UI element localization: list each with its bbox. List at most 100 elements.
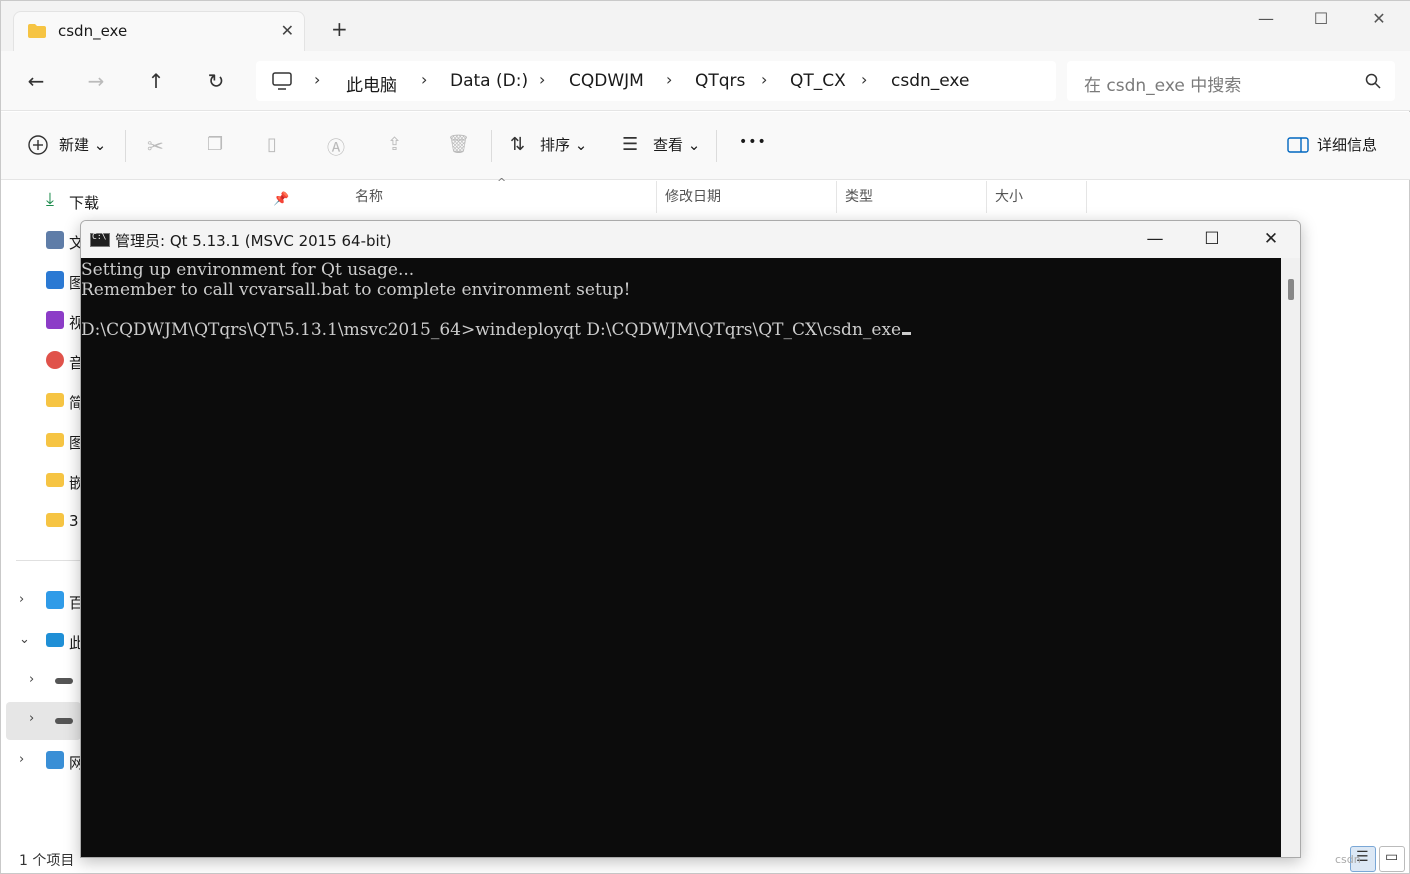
breadcrumb-this-pc[interactable]: 此电脑: [346, 71, 397, 96]
music-icon: [46, 351, 64, 369]
network-icon: [46, 751, 64, 769]
this-pc-icon: [46, 633, 64, 647]
chevron-right-icon: ›: [761, 70, 768, 89]
sidebar-item-drive-d[interactable]: ›: [6, 702, 81, 740]
folder-icon: [46, 473, 64, 487]
console-minimize-button[interactable]: —: [1130, 226, 1180, 252]
console-output[interactable]: Setting up environment for Qt usage... R…: [81, 258, 1281, 857]
column-header-size[interactable]: 大小: [987, 181, 1087, 213]
search-input[interactable]: 在 csdn_exe 中搜索: [1084, 71, 1241, 96]
breadcrumb-csdn-exe[interactable]: csdn_exe: [891, 71, 969, 91]
divider: [125, 130, 126, 162]
breadcrumb-qtqrs[interactable]: QTqrs: [695, 71, 745, 91]
cut-icon[interactable]: ✂: [147, 134, 169, 158]
sidebar-item-downloads[interactable]: ⤓ 下载 📌: [1, 183, 301, 219]
breadcrumb-data-d[interactable]: Data (D:): [450, 71, 528, 91]
tiles-view-button[interactable]: ▭: [1379, 846, 1405, 872]
back-button[interactable]: ←: [23, 69, 49, 95]
address-bar[interactable]: › 此电脑 › Data (D:) › CQDWJM › QTqrs › QT_…: [256, 61, 1056, 101]
address-row: ← → ↑ ↻ › 此电脑 › Data (D:) › CQDWJM › QTq…: [1, 51, 1410, 111]
console-line: Setting up environment for Qt usage...: [81, 260, 415, 280]
chevron-right-icon[interactable]: ›: [29, 711, 34, 726]
close-tab-icon[interactable]: ✕: [281, 21, 294, 40]
view-list-icon: ☰: [622, 134, 639, 155]
more-options-button[interactable]: •••: [739, 134, 767, 158]
view-button[interactable]: 查看 ⌄: [653, 134, 700, 158]
console-input-line[interactable]: D:\CQDWJM\QTqrs\QT\5.13.1\msvc2015_64>wi…: [81, 320, 912, 340]
paste-icon[interactable]: ▯: [267, 134, 289, 156]
share-icon[interactable]: ⇪: [387, 134, 409, 156]
chevron-right-icon: ›: [539, 70, 546, 89]
chevron-right-icon: ›: [314, 70, 321, 89]
copy-icon[interactable]: ❐: [207, 134, 229, 156]
close-button[interactable]: ✕: [1349, 9, 1409, 33]
refresh-button[interactable]: ↻: [203, 69, 229, 95]
videos-icon: [46, 311, 64, 329]
breadcrumb-cqdwjm[interactable]: CQDWJM: [569, 71, 644, 91]
minimize-button[interactable]: —: [1236, 9, 1296, 33]
sort-label: 排序: [540, 136, 571, 154]
maximize-button[interactable]: ☐: [1291, 9, 1351, 33]
chevron-right-icon: ›: [861, 70, 868, 89]
tab-label: csdn_exe: [58, 22, 128, 40]
delete-icon[interactable]: 🗑: [447, 134, 470, 156]
column-header-name[interactable]: 名称: [347, 181, 657, 213]
console-scrollbar[interactable]: [1281, 258, 1300, 857]
sort-button[interactable]: 排序 ⌄: [540, 134, 587, 158]
console-title-bar[interactable]: C:\ 管理员: Qt 5.13.1 (MSVC 2015 64-bit) — …: [81, 221, 1300, 258]
new-label: 新建: [59, 136, 90, 154]
up-button[interactable]: ↑: [143, 69, 169, 95]
plus-circle-icon: [28, 135, 48, 155]
divider: [491, 130, 492, 162]
console-line: Remember to call vcvarsall.bat to comple…: [81, 280, 631, 300]
tab-csdn-exe[interactable]: csdn_exe ✕: [13, 11, 305, 51]
drive-icon: [55, 718, 73, 724]
download-icon: ⤓: [46, 189, 54, 210]
console-close-button[interactable]: ✕: [1246, 226, 1296, 252]
title-bar: csdn_exe ✕ + — ☐ ✕: [1, 1, 1410, 51]
rename-icon[interactable]: Ⓐ: [327, 134, 349, 159]
console-icon: C:\: [90, 232, 110, 247]
chevron-right-icon: ›: [421, 70, 428, 89]
sidebar-item-label: 3: [69, 512, 79, 530]
search-box[interactable]: 在 csdn_exe 中搜索: [1067, 61, 1395, 101]
text-cursor: [902, 332, 912, 335]
chevron-down-icon[interactable]: ⌄: [19, 632, 30, 647]
pictures-icon: [46, 271, 64, 289]
console-title: 管理员: Qt 5.13.1 (MSVC 2015 64-bit): [115, 232, 392, 250]
folder-icon: [46, 393, 64, 407]
details-button[interactable]: 详细信息: [1317, 134, 1377, 158]
console-window[interactable]: C:\ 管理员: Qt 5.13.1 (MSVC 2015 64-bit) — …: [80, 220, 1301, 858]
pin-icon[interactable]: 📌: [273, 192, 289, 207]
column-header-date[interactable]: 修改日期: [657, 181, 837, 213]
sort-icon: ⇅: [510, 134, 526, 155]
column-header-type[interactable]: 类型: [837, 181, 987, 213]
drive-icon: [55, 678, 73, 684]
monitor-icon: [272, 72, 292, 90]
item-count-status: 1 个项目: [19, 853, 75, 869]
folder-icon: [46, 433, 64, 447]
folder-icon: [28, 24, 46, 38]
cloud-icon: [46, 591, 64, 609]
console-maximize-button[interactable]: ☐: [1187, 226, 1237, 252]
chevron-right-icon[interactable]: ›: [29, 672, 34, 687]
chevron-right-icon: ›: [666, 70, 673, 89]
view-label: 查看: [653, 136, 684, 154]
document-icon: [46, 231, 64, 249]
console-command: D:\CQDWJM\QTqrs\QT\5.13.1\msvc2015_64>wi…: [81, 320, 902, 340]
breadcrumb-qt-cx[interactable]: QT_CX: [790, 71, 846, 91]
command-bar: 新建 ⌄ ✂ ❐ ▯ Ⓐ ⇪ 🗑 ⇅ 排序 ⌄ ☰ 查看 ⌄ ••• 详细信息: [1, 112, 1410, 180]
tiles-view-icon: ▭: [1385, 849, 1399, 865]
divider: [716, 130, 717, 162]
scrollbar-thumb[interactable]: [1288, 279, 1294, 300]
chevron-right-icon[interactable]: ›: [19, 752, 24, 767]
folder-icon: [46, 513, 64, 527]
details-pane-icon: [1287, 137, 1309, 153]
forward-button[interactable]: →: [83, 69, 109, 95]
search-icon: [1365, 73, 1381, 89]
new-tab-button[interactable]: +: [331, 19, 348, 39]
watermark: csdn: [1335, 853, 1361, 866]
chevron-right-icon[interactable]: ›: [19, 592, 24, 607]
sidebar-item-label: 下载: [69, 194, 100, 212]
new-button[interactable]: 新建 ⌄: [59, 134, 106, 158]
